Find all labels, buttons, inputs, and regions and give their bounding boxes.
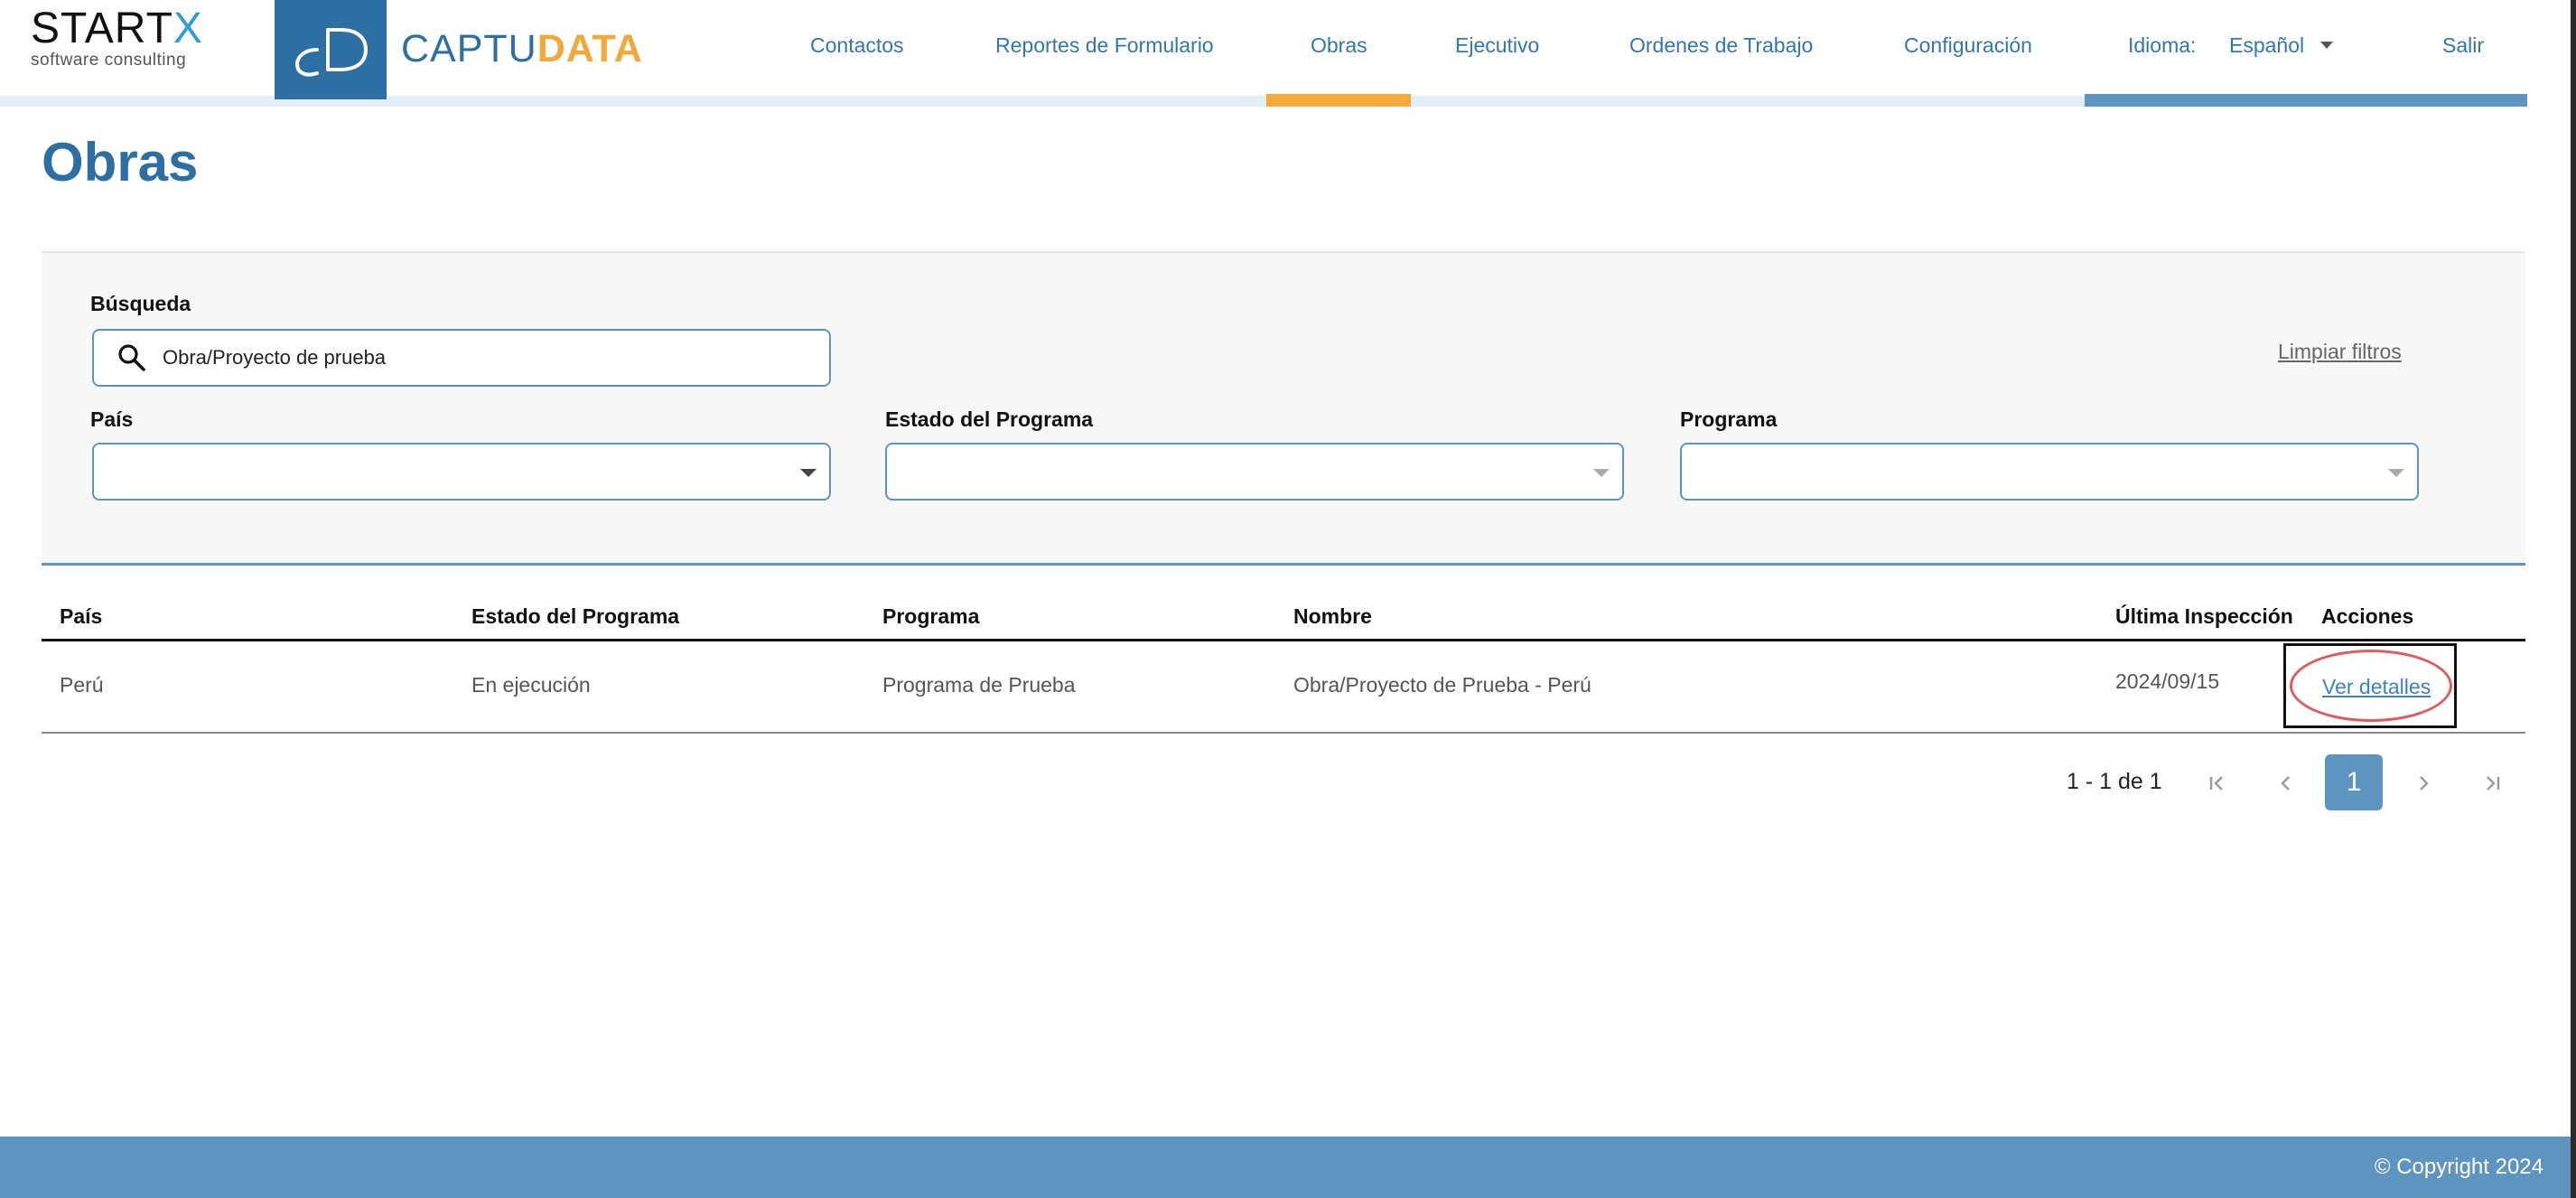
first-page-button[interactable] [2189,755,2245,811]
program-select[interactable] [1680,443,2419,501]
chevron-down-icon [2320,42,2334,49]
column-header-nombre[interactable]: Nombre [1293,604,1372,629]
column-header-pais[interactable]: País [60,604,102,629]
program-label: Programa [1680,407,1778,431]
chevron-right-icon [2420,776,2429,791]
captudata-part-a: CAPTU [401,27,537,70]
last-page-icon [2487,776,2500,791]
captudata-logo-mark [275,0,387,99]
prev-page-button[interactable] [2258,755,2314,811]
column-header-programa[interactable]: Programa [882,604,979,629]
search-icon [114,340,150,376]
nav-active-indicator [1266,94,1411,107]
page-footer: © Copyright 2024 [0,1137,2571,1198]
page-title: Obras [42,132,199,192]
nav-reportes-de-formulario[interactable]: Reportes de Formulario [995,27,1214,63]
nav-ejecutivo[interactable]: Ejecutivo [1455,27,1539,63]
view-details-link[interactable]: Ver detalles [2322,675,2431,699]
cell-ultima-inspeccion: 2024/09/15 [2115,669,2220,693]
nav-contactos[interactable]: Contactos [810,27,904,63]
highlight-box: Ver detalles [2283,643,2457,728]
program-status-label: Estado del Programa [885,407,1094,431]
caret-down-icon [1593,469,1610,477]
cell-nombre: Obra/Proyecto de Prueba - Perú [1293,673,1591,697]
captudata-wordmark: CAPTUDATA [401,25,643,72]
table-row: Perú En ejecución Programa de Prueba Obr… [42,641,2525,734]
column-header-ultima-inspeccion[interactable]: Última Inspección [2115,604,2293,629]
column-header-acciones: Acciones [2321,604,2414,628]
program-status-select[interactable] [885,443,1624,501]
pagination-range: 1 - 1 de 1 [2067,769,2162,794]
chevron-left-icon [2281,776,2290,791]
search-input[interactable] [163,340,795,376]
top-header: STARTX software consulting CAPTUDATA Con… [0,0,2576,107]
startx-word-main: START [31,5,173,52]
logout-link[interactable]: Salir [2442,27,2484,63]
caret-down-icon [800,469,817,477]
search-label: Búsqueda [90,292,191,315]
language-label: Idioma: [2128,33,2197,57]
captudata-part-b: DATA [537,27,643,70]
language-select[interactable]: Español [2229,27,2334,63]
last-page-button[interactable] [2464,755,2520,811]
copyright-text: © Copyright 2024 [2374,1155,2543,1179]
page-1-button[interactable]: 1 [2325,754,2383,810]
caret-down-icon [2388,469,2404,477]
startx-word-x: X [173,5,203,52]
window-edge [2571,0,2576,1198]
cell-programa: Programa de Prueba [882,673,1076,697]
cell-estado: En ejecución [471,673,591,697]
nav-language-bar [2085,94,2527,107]
country-select[interactable] [92,443,831,501]
next-page-button[interactable] [2395,755,2451,811]
column-header-estado[interactable]: Estado del Programa [471,604,679,629]
obras-table: País Estado del Programa Programa Nombre… [42,591,2525,734]
startx-tagline: software consulting [31,51,187,70]
nav-configuracion[interactable]: Configuración [1904,27,2032,63]
cell-pais: Perú [60,673,104,697]
search-field[interactable] [92,329,831,387]
clear-filters-link[interactable]: Limpiar filtros [2278,338,2402,365]
filter-panel: Búsqueda Limpiar filtros País Estado del… [42,251,2525,566]
nav-ordenes-de-trabajo[interactable]: Ordenes de Trabajo [1629,27,1813,63]
nav-obras[interactable]: Obras [1311,27,1367,63]
table-header: País Estado del Programa Programa Nombre… [42,591,2525,641]
language-value: Español [2229,33,2305,57]
country-label: País [90,407,134,431]
first-page-icon [2209,776,2223,791]
startx-wordmark: STARTX [31,5,220,52]
startx-logo: STARTX software consulting [31,5,220,70]
cd-logo-icon [294,28,368,77]
